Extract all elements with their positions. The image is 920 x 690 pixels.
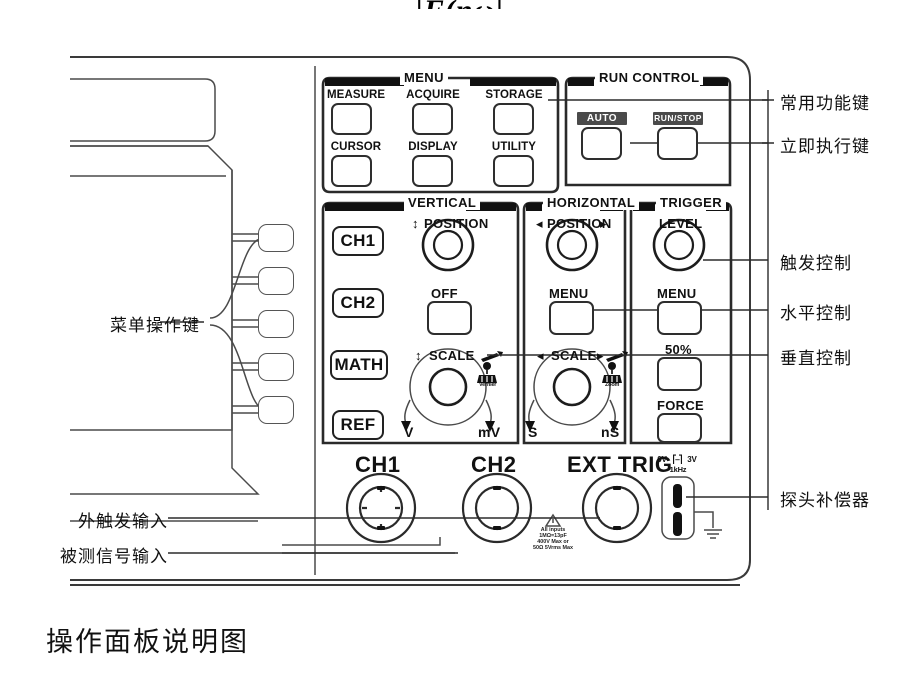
ch1-connector-label: CH1 <box>355 452 401 477</box>
annotation-vertical-control: 垂直控制 <box>780 349 852 369</box>
horizontal-scale-max-label: nS <box>601 424 620 440</box>
vertical-scale-label: SCALE <box>429 348 475 363</box>
run-stop-button[interactable] <box>657 127 698 160</box>
acquire-button-label: ACQUIRE <box>406 89 460 101</box>
vertical-scale-min-label: V <box>404 424 414 440</box>
vertical-scale-arrow-icon: ↕ <box>415 348 422 363</box>
horizontal-scale-min-label: S <box>528 424 538 440</box>
softkey-2[interactable] <box>258 267 294 295</box>
auto-button-label: AUTO <box>577 112 627 125</box>
storage-button[interactable] <box>493 103 534 135</box>
horizontal-position-left-arrow-icon: ◂ <box>536 216 543 231</box>
trigger-force-label: FORCE <box>657 398 704 413</box>
cursor-button[interactable] <box>331 155 372 187</box>
display-button[interactable] <box>412 155 453 187</box>
probe-comp-freq-label: 1kHz <box>669 465 687 474</box>
vertical-position-label: POSITION <box>424 216 489 231</box>
softkey-5[interactable] <box>258 396 294 424</box>
trigger-50-percent-button[interactable] <box>657 357 702 391</box>
annotation-horizontal-control: 水平控制 <box>780 304 852 324</box>
acquire-button[interactable] <box>412 103 453 135</box>
vertical-group-title: VERTICAL <box>404 195 481 210</box>
ref-key[interactable]: REF <box>332 410 384 440</box>
annotation-menu-operation-keys: 菜单操作键 <box>110 316 200 336</box>
formula-bar-right: | <box>496 0 504 27</box>
horizontal-group-title: HORIZONTAL <box>543 195 640 210</box>
annotation-immediate-execute-keys: 立即执行键 <box>780 137 870 157</box>
vernier-label: Vernier <box>479 382 497 388</box>
utility-button-label: UTILITY <box>491 141 537 153</box>
cursor-button-label: CURSOR <box>330 141 382 153</box>
storage-button-label: STORAGE <box>485 89 543 101</box>
horizontal-scale-label: SCALE <box>551 348 597 363</box>
annotation-common-function-keys: 常用功能键 <box>780 94 870 114</box>
softkey-3[interactable] <box>258 310 294 338</box>
vertical-position-arrow-icon: ↕ <box>412 216 419 231</box>
page-formula: |F(nω| <box>0 0 920 27</box>
utility-button[interactable] <box>493 155 534 187</box>
horizontal-menu-label: MENU <box>549 286 589 301</box>
measure-button[interactable] <box>331 103 372 135</box>
ch1-key[interactable]: CH1 <box>332 226 384 256</box>
ch2-connector-label: CH2 <box>471 452 517 477</box>
trigger-50-percent-label: 50% <box>665 342 692 357</box>
softkey-4[interactable] <box>258 353 294 381</box>
trigger-menu-button[interactable] <box>657 301 702 335</box>
annotation-external-trigger-input: 外触发输入 <box>78 512 168 532</box>
horizontal-position-right-arrow-icon: ▸ <box>600 216 607 231</box>
run-stop-button-label: RUN/STOP <box>653 112 703 125</box>
trigger-group-title: TRIGGER <box>656 195 727 210</box>
display-button-label: DISPLAY <box>408 141 458 153</box>
probe-comp-0v-label: 0V <box>657 455 667 464</box>
formula-text: F(n <box>423 0 474 27</box>
trigger-menu-label: MENU <box>657 286 697 301</box>
formula-bar-left: | <box>416 0 424 27</box>
trigger-force-button[interactable] <box>657 413 702 443</box>
annotation-probe-compensator: 探头补偿器 <box>780 491 870 511</box>
zoom-label: Zoom <box>605 382 620 388</box>
annotation-measured-signal-input: 被测信号输入 <box>60 547 168 567</box>
horizontal-scale-left-arrow-icon: ◂ <box>537 348 544 363</box>
trigger-level-label: LEVEL <box>659 216 703 231</box>
measure-button-label: MEASURE <box>327 89 386 101</box>
ch2-key[interactable]: CH2 <box>332 288 384 318</box>
formula-omega: ω <box>473 0 497 27</box>
vertical-off-button[interactable] <box>427 301 472 335</box>
probe-comp-3v-label: 3V <box>687 455 697 464</box>
math-key[interactable]: MATH <box>330 350 388 380</box>
menu-group-title: MENU <box>400 70 448 85</box>
horizontal-scale-right-arrow-icon: ▸ <box>597 348 604 363</box>
page-caption: 操作面板说明图 <box>46 627 249 658</box>
vertical-off-label: OFF <box>431 286 458 301</box>
vertical-scale-max-label: mV <box>478 424 501 440</box>
softkey-1[interactable] <box>258 224 294 252</box>
run-control-group-title: RUN CONTROL <box>595 70 704 85</box>
annotation-trigger-control: 触发控制 <box>780 254 852 274</box>
input-warning-line-4: 50Ω 5Vrms Max <box>533 545 573 551</box>
horizontal-menu-button[interactable] <box>549 301 594 335</box>
auto-button[interactable] <box>581 127 622 160</box>
